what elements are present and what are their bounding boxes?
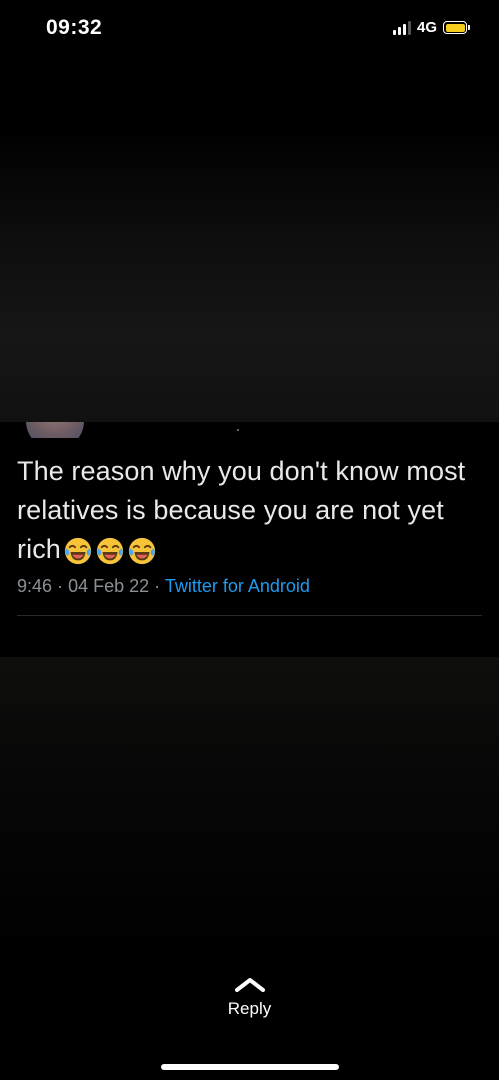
battery-level [445, 23, 465, 32]
network-type: 4G [416, 19, 437, 36]
background-blur [0, 130, 499, 422]
background-blur-lower [0, 657, 499, 957]
reply-label: Reply [227, 999, 272, 1018]
tweet-card[interactable]: The reason why you don't know most relat… [0, 422, 499, 657]
signal-icon [392, 20, 411, 35]
face-with-tears-of-joy-icon [96, 537, 124, 564]
status-bar: 09:32 4G [0, 0, 499, 56]
separator-dot [237, 429, 239, 431]
emoji-group [63, 536, 157, 566]
meta-separator: · [57, 576, 69, 596]
tweet-source-link[interactable]: Twitter for Android [165, 576, 310, 596]
tweet-text: The reason why you don't know most relat… [17, 452, 487, 569]
meta-separator: · [154, 576, 165, 596]
battery-icon [443, 21, 470, 34]
tweet-time: 9:46 [17, 576, 53, 596]
screen: 09:32 4G The reason why you don't know m… [0, 0, 499, 1080]
face-with-tears-of-joy-icon [64, 537, 92, 564]
tweet-meta: 9:46 · 04 Feb 22 · Twitter for Android [17, 576, 310, 597]
status-indicators: 4G [392, 19, 470, 36]
face-with-tears-of-joy-icon [128, 537, 156, 564]
tweet-date: 04 Feb 22 [68, 576, 150, 596]
reply-button[interactable]: Reply [0, 975, 499, 1019]
status-time: 09:32 [46, 16, 103, 39]
chevron-up-icon [234, 978, 265, 992]
divider [17, 615, 482, 616]
home-indicator[interactable] [161, 1064, 339, 1070]
